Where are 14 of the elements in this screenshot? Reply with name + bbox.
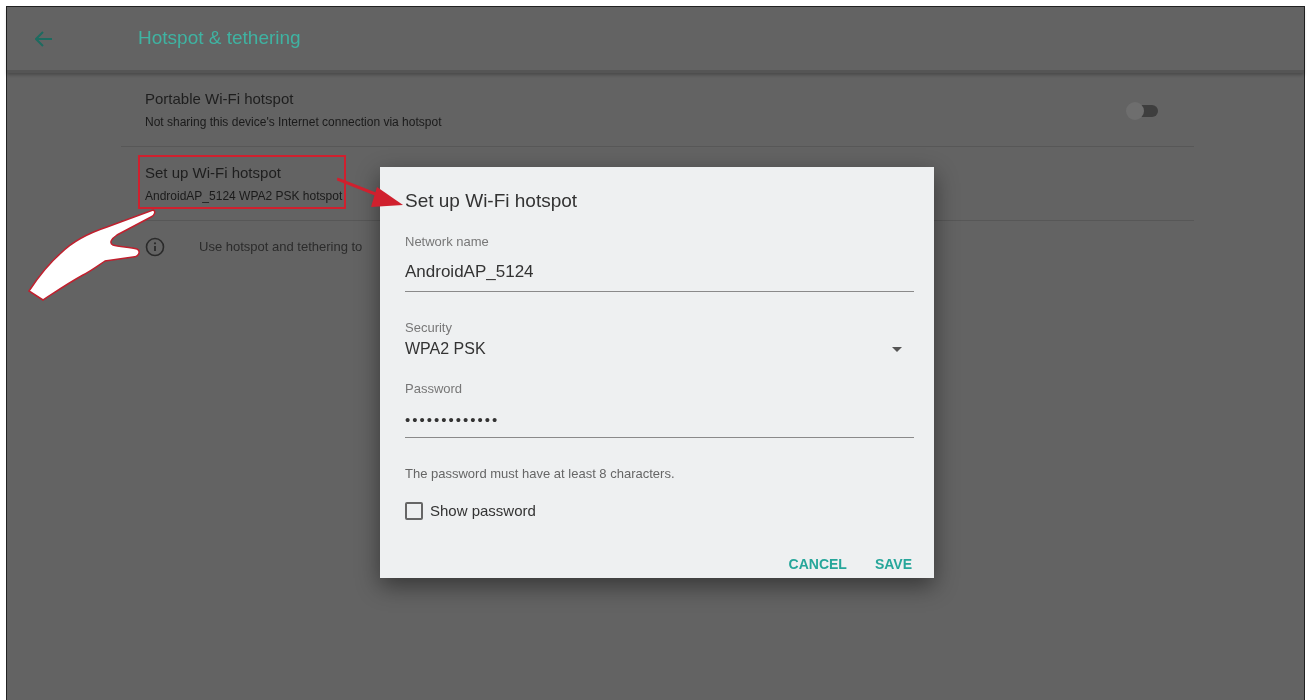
page-title: Hotspot & tethering — [138, 26, 301, 51]
item-subtitle: Not sharing this device's Internet connection via hotspot — [145, 114, 442, 132]
network-name-field[interactable]: AndroidAP_5124 — [405, 255, 914, 292]
password-hint: The password must have at least 8 characters. — [405, 465, 676, 483]
dialog-title: Set up Wi-Fi hotspot — [405, 189, 579, 213]
password-field[interactable]: ••••••••••••• — [405, 404, 914, 438]
field-label: Password — [405, 380, 464, 398]
checkbox-label: Show password — [430, 500, 536, 521]
field-label: Security — [405, 318, 453, 337]
field-label: Network name — [405, 232, 490, 251]
item-subtitle: AndroidAP_5124 WPA2 PSK hotspot — [145, 188, 343, 206]
item-title: Set up Wi-Fi hotspot — [145, 162, 282, 183]
item-title: Portable Wi-Fi hotspot — [145, 88, 295, 109]
security-dropdown[interactable]: WPA2 PSK — [405, 337, 914, 361]
